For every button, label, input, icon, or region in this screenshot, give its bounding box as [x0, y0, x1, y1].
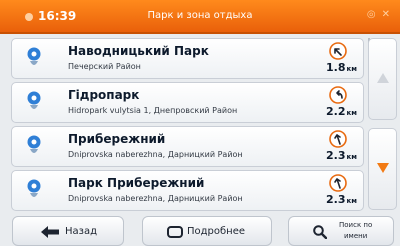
bottom-toolbar: Назад Подробнее Поиск по имени — [0, 216, 400, 246]
turn-left-icon — [329, 130, 347, 148]
details-button[interactable]: Подробнее — [142, 216, 272, 246]
scroll-up-button[interactable] — [368, 38, 397, 120]
search-icon — [313, 225, 327, 239]
back-arrow-icon — [41, 226, 59, 238]
poi-address: Печерский Район — [68, 62, 141, 71]
turn-left-icon — [329, 174, 347, 192]
status-icons: ◎ ✕ — [367, 9, 390, 20]
poi-address: Dniprovska naberezhna, Дарницкий Район — [68, 194, 243, 203]
poi-name: Наводницький Парк — [68, 44, 209, 58]
list-item[interactable]: Наводницький Парк Печерский Район 1.8км — [11, 38, 364, 79]
gps-icon: ◎ — [366, 9, 376, 20]
location-pin-icon — [27, 179, 41, 197]
location-pin-icon — [27, 91, 41, 109]
clock-time: 16:39 — [38, 9, 77, 23]
page-title: Парк и зона отдыха — [147, 10, 253, 21]
clock-icon — [25, 13, 33, 21]
details-icon — [167, 226, 183, 238]
back-button[interactable]: Назад — [12, 216, 124, 246]
poi-name: Парк Прибережний — [68, 176, 205, 190]
list-item[interactable]: Парк Прибережний Dniprovska naberezhna, … — [11, 170, 364, 211]
poi-distance: 1.8км — [326, 61, 357, 74]
poi-distance: 2.3км — [326, 193, 357, 206]
search-by-name-button[interactable]: Поиск по имени — [288, 216, 394, 246]
turn-left-icon — [329, 42, 347, 60]
turn-left-icon — [329, 86, 347, 104]
scrollbar[interactable] — [368, 38, 397, 210]
poi-name: Гідропарк — [68, 88, 140, 102]
poi-distance: 2.3км — [326, 149, 357, 162]
scroll-down-button[interactable] — [368, 128, 397, 210]
battery-icon: ✕ — [381, 9, 390, 20]
list-item[interactable]: Гідропарк Hidropark vulytsia 1, Днепровс… — [11, 82, 364, 123]
location-pin-icon — [27, 135, 41, 153]
arrow-up-icon — [377, 73, 389, 83]
poi-address: Dniprovska naberezhna, Дарницкий Район — [68, 150, 243, 159]
location-pin-icon — [27, 47, 41, 65]
list-item[interactable]: Прибережний Dniprovska naberezhna, Дарни… — [11, 126, 364, 167]
poi-address: Hidropark vulytsia 1, Днепровский Район — [68, 106, 238, 115]
title-bar: 16:39 Парк и зона отдыха ◎ ✕ — [0, 0, 400, 34]
poi-name: Прибережний — [68, 132, 166, 146]
poi-distance: 2.2км — [326, 105, 357, 118]
arrow-down-icon — [377, 163, 389, 173]
poi-result-list: Наводницький Парк Печерский Район 1.8км … — [11, 38, 364, 211]
